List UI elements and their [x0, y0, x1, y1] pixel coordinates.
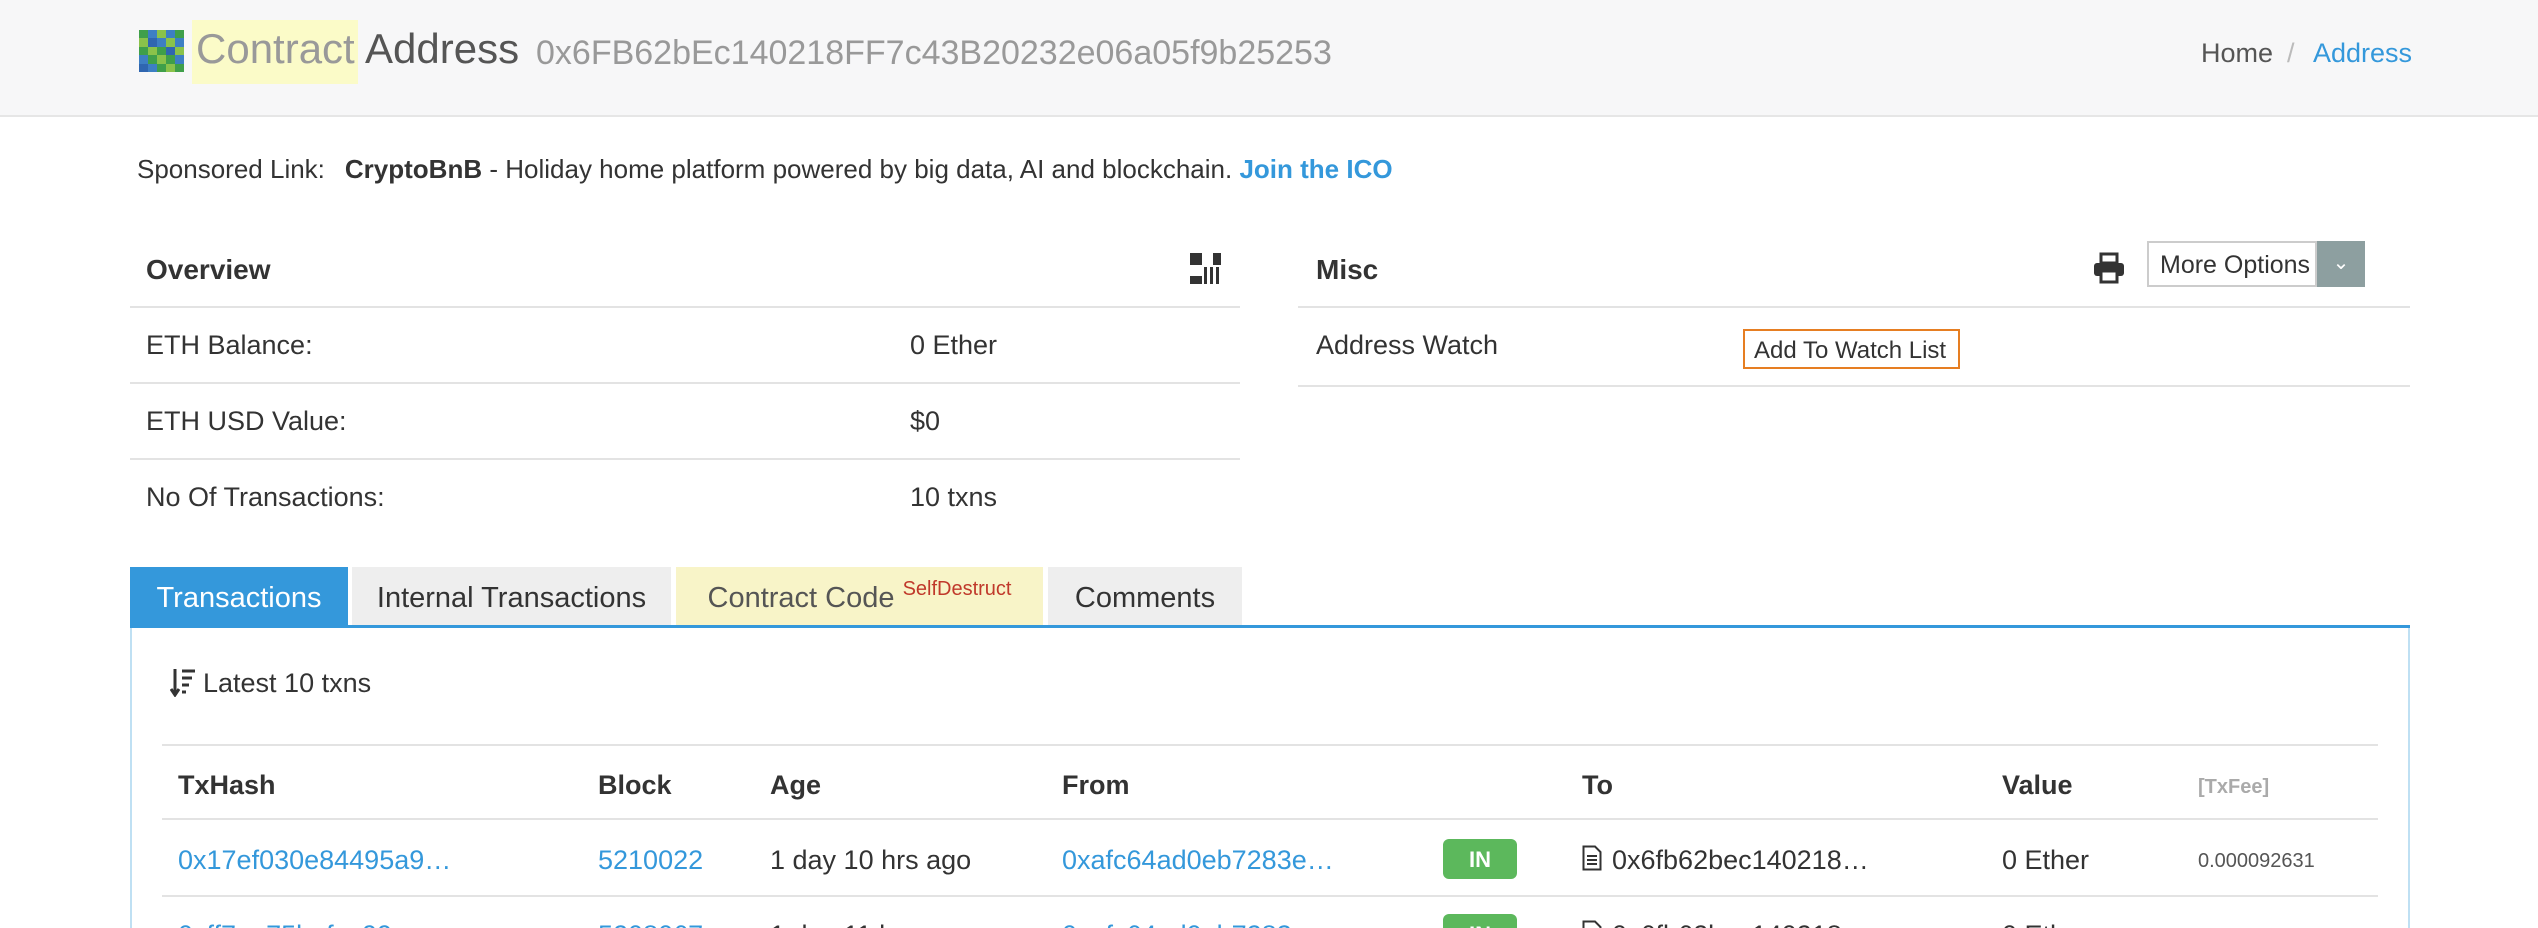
from-address-link[interactable]: 0xafc64ad0eb7283e… — [1062, 920, 1334, 928]
breadcrumb-separator: / — [2287, 38, 2295, 68]
divider — [130, 458, 1240, 460]
column-header-txfee: [TxFee] — [2198, 776, 2270, 798]
misc-title: Misc — [1316, 254, 1379, 285]
sort-descending-icon — [170, 669, 195, 697]
address-watch-label: Address Watch — [1316, 330, 1499, 360]
block-link[interactable]: 5208067 — [598, 920, 703, 928]
contract-document-icon — [1582, 845, 1602, 871]
tx-age: 1 day 10 hrs ago — [770, 845, 972, 875]
eth-balance-value: 0 Ether — [910, 330, 998, 360]
sponsor-brand: CryptoBnB — [344, 154, 483, 184]
table-header-border — [162, 818, 2378, 820]
direction-in-badge: IN — [1443, 914, 1517, 928]
sponsored-link: Sponsored Link: CryptoBnB - Holiday home … — [137, 154, 1393, 185]
chevron-down-icon[interactable]: ⌄ — [2317, 241, 2365, 287]
sponsor-text: - Holiday home platform powered by big d… — [482, 154, 1240, 184]
tab-contract-code-label: Contract Code — [707, 582, 895, 614]
tx-value: 0 Ether — [2002, 845, 2090, 875]
tx-count-label: No Of Transactions: — [146, 482, 385, 512]
to-address[interactable]: 0x6fb62bec140218… — [1612, 920, 1869, 928]
column-header-to: To — [1582, 770, 1613, 800]
tx-value: 0 Ether — [2002, 920, 2089, 928]
divider — [130, 382, 1240, 384]
sponsor-cta-link[interactable]: Join the ICO — [1239, 154, 1392, 184]
from-address-link[interactable]: 0xafc64ad0eb7283e… — [1062, 845, 1334, 876]
contract-address: 0x6FB62bEc140218FF7c43B20232e06a05f9b252… — [536, 34, 1332, 72]
page-title-address: Address — [365, 25, 520, 72]
column-header-txhash: TxHash — [178, 770, 276, 800]
blockchain-logo-icon — [139, 30, 184, 72]
contract-document-icon — [1582, 920, 1602, 928]
eth-balance-label: ETH Balance: — [146, 330, 313, 360]
direction-in-badge: IN — [1443, 839, 1517, 879]
self-destruct-badge: SelfDestruct — [902, 578, 1012, 600]
add-to-watch-list-button[interactable]: Add To Watch List — [1743, 329, 1960, 369]
divider — [130, 306, 1240, 308]
more-options-button[interactable]: More Options — [2147, 241, 2317, 287]
tx-fee: 0.000092631 — [2198, 850, 2315, 872]
tx-age: 1 day 11 hrs ago — [770, 920, 969, 928]
qr-code-icon[interactable] — [1188, 251, 1223, 286]
block-link[interactable]: 5210022 — [598, 845, 703, 876]
column-header-value: Value — [2002, 770, 2073, 800]
row-divider — [162, 895, 2378, 897]
eth-usd-value: $0 — [910, 406, 941, 436]
to-address[interactable]: 0x6fb62bec140218… — [1612, 845, 1869, 876]
column-header-block: Block — [598, 770, 672, 800]
tab-transactions[interactable]: Transactions — [130, 567, 348, 627]
divider — [1298, 385, 2410, 387]
breadcrumb-current[interactable]: Address — [2313, 38, 2412, 69]
txn-summary: Latest 10 txns — [203, 668, 372, 698]
txhash-link[interactable]: 0x17ef030e84495a9… — [178, 845, 451, 876]
tab-contract-code[interactable]: Contract Code SelfDestruct — [676, 567, 1043, 627]
divider — [1298, 306, 2410, 308]
txhash-link[interactable]: 0xff7ea75bafec99… — [178, 920, 419, 928]
column-header-age: Age — [770, 770, 822, 800]
sponsored-label: Sponsored Link: — [137, 154, 325, 184]
column-header-from: From — [1062, 770, 1130, 800]
tx-count-value: 10 txns — [910, 482, 998, 512]
breadcrumb-home-link[interactable]: Home — [2201, 38, 2273, 69]
tab-internal-transactions[interactable]: Internal Transactions — [352, 567, 671, 627]
page-title-contract: Contract — [196, 25, 355, 72]
tab-comments[interactable]: Comments — [1048, 567, 1242, 627]
eth-usd-label: ETH USD Value: — [146, 406, 347, 436]
print-icon[interactable] — [2092, 251, 2126, 285]
table-top-border — [162, 744, 2378, 746]
overview-title: Overview — [146, 254, 271, 285]
